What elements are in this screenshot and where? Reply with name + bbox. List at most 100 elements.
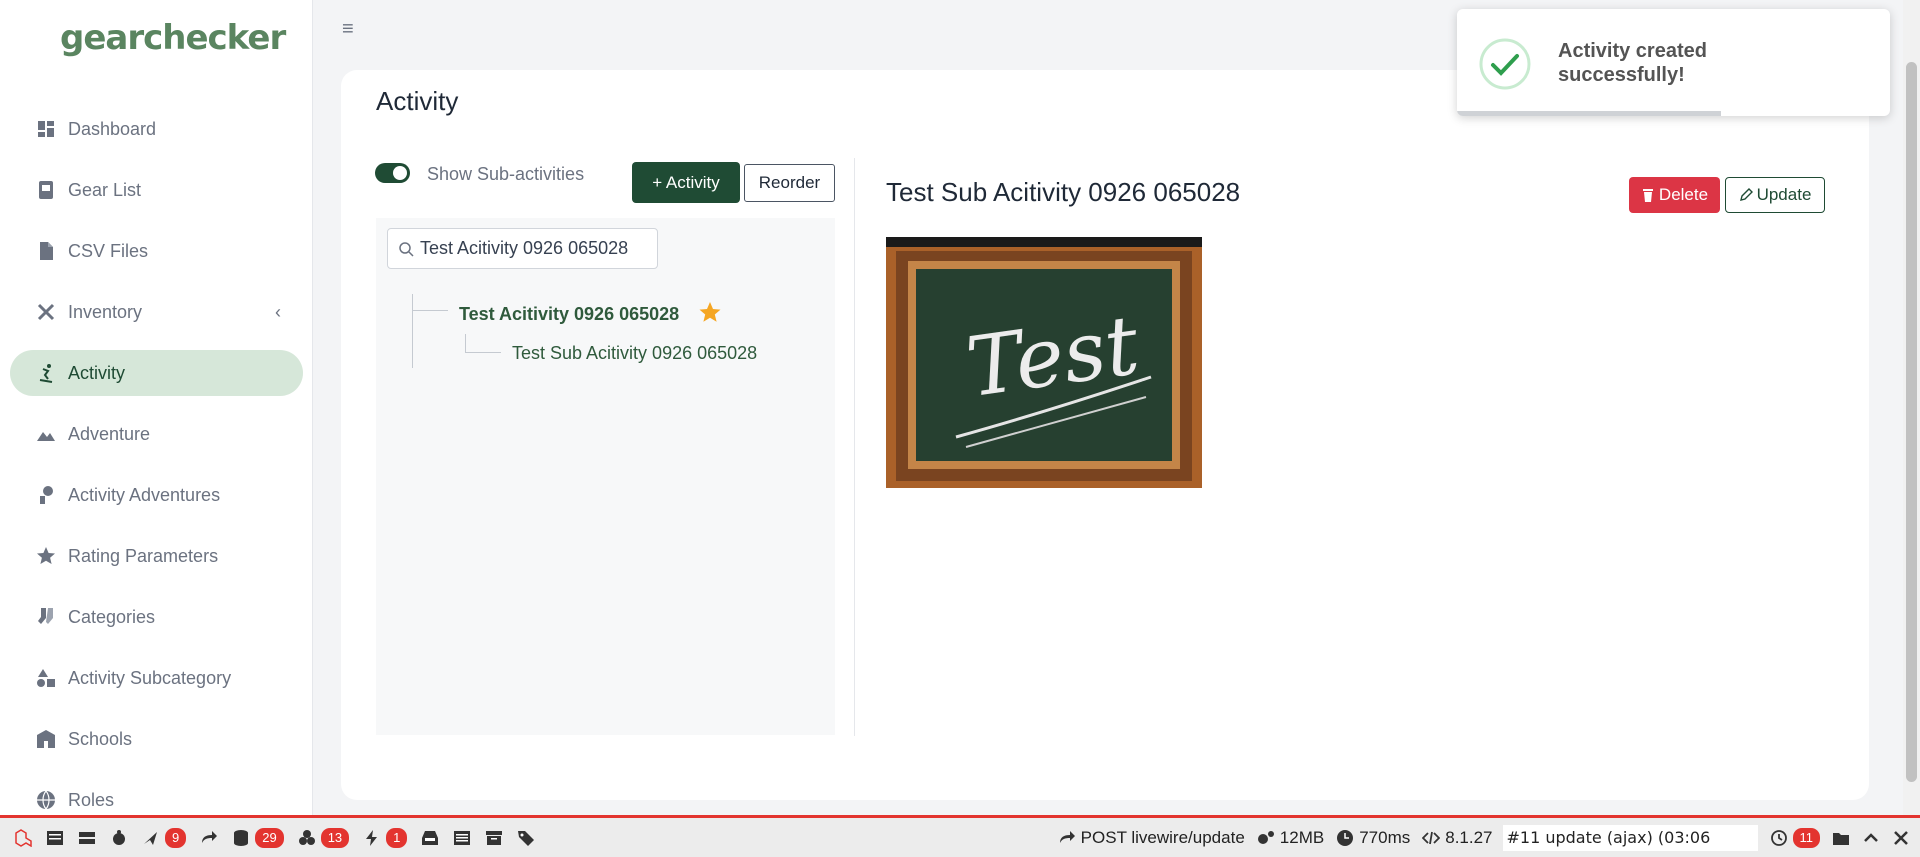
sidebar-item-schools[interactable]: Schools — [10, 716, 303, 762]
tree-connector — [465, 352, 501, 353]
app-logo[interactable]: gearchecker — [60, 18, 286, 58]
sidebar-item-label: Activity Subcategory — [68, 667, 232, 688]
tree-item-child[interactable]: Test Sub Acitivity 0926 065028 — [512, 343, 757, 364]
sidebar-item-label: Rating Parameters — [68, 545, 219, 566]
delete-label: Delete — [1658, 185, 1709, 204]
models-count-badge: 13 — [320, 827, 350, 848]
laravel-logo-icon[interactable] — [14, 828, 32, 847]
show-sub-activities-toggle[interactable] — [375, 163, 410, 183]
events-icon[interactable]: 1 — [363, 827, 408, 848]
person-icon — [36, 485, 56, 505]
sidebar-item-gear-list[interactable]: Gear List — [10, 167, 303, 213]
memory-text: 12MB — [1279, 827, 1325, 847]
success-toast: Activity created successfully! — [1457, 9, 1890, 116]
memory-usage[interactable]: 12MB — [1257, 828, 1324, 848]
sidebar-item-rating-parameters[interactable]: Rating Parameters — [10, 533, 303, 579]
sidebar-item-csv-files[interactable]: CSV Files — [10, 228, 303, 274]
scroll-thumb[interactable] — [1906, 62, 1917, 782]
tags-icon[interactable] — [517, 829, 535, 847]
gear-list-icon — [36, 180, 56, 200]
hamburger-icon[interactable]: ≡ — [342, 18, 354, 41]
sidebar-item-label: Inventory — [68, 301, 143, 322]
search-input[interactable] — [420, 238, 630, 259]
detail-title: Test Sub Acitivity 0926 065028 — [886, 177, 1241, 207]
debug-bar-right: POST livewire/update 12MB 770ms 8.1.27 #… — [1046, 818, 1920, 857]
tree-connector — [412, 294, 413, 368]
tree-item-parent[interactable]: Test Acitivity 0926 065028 — [459, 304, 679, 325]
chevron-up-icon[interactable] — [1862, 829, 1880, 847]
sidebar: gearchecker Dashboard Gear List CSV File… — [0, 0, 313, 815]
sidebar-item-activity-adventures[interactable]: Activity Adventures — [10, 472, 303, 518]
socks-icon — [36, 607, 56, 627]
add-activity-button[interactable]: + Activity — [632, 162, 740, 203]
views-icon[interactable]: 9 — [142, 827, 187, 848]
messages-icon[interactable] — [46, 829, 64, 847]
trash-icon — [1642, 189, 1653, 202]
skiing-icon — [36, 363, 56, 383]
sidebar-nav: Dashboard Gear List CSV Files Inventory … — [10, 106, 303, 838]
toast-message: Activity created successfully! — [1558, 40, 1707, 86]
queries-icon[interactable]: 29 — [232, 827, 284, 848]
timeline-icon[interactable] — [78, 829, 96, 847]
events-count-badge: 1 — [386, 827, 408, 848]
dashboard-icon — [36, 119, 56, 139]
php-version[interactable]: 8.1.27 — [1422, 827, 1493, 848]
request-duration[interactable]: 770ms — [1336, 828, 1410, 848]
search-field[interactable] — [387, 228, 658, 269]
session-icon[interactable] — [485, 829, 503, 847]
request-select[interactable]: #11 update (ajax) (03:06 — [1502, 824, 1758, 851]
sidebar-item-label: Categories — [68, 606, 156, 627]
route-icon[interactable] — [200, 829, 218, 847]
globe-icon — [36, 790, 56, 810]
file-icon — [36, 241, 56, 261]
star-icon[interactable] — [698, 300, 722, 324]
history-count-badge: 11 — [1792, 827, 1820, 848]
update-label: Update — [1756, 185, 1812, 204]
page-title: Activity — [376, 86, 459, 116]
sidebar-item-label: Roles — [68, 789, 115, 810]
exceptions-icon[interactable] — [110, 829, 128, 847]
models-icon[interactable]: 13 — [298, 827, 350, 848]
toggle-knob — [393, 166, 407, 180]
delete-button[interactable]: Delete — [1629, 177, 1720, 213]
tree-connector — [413, 310, 448, 311]
tree-connector — [465, 334, 466, 352]
sidebar-item-adventure[interactable]: Adventure — [10, 411, 303, 457]
tools-icon — [36, 302, 56, 322]
sidebar-item-label: Adventure — [68, 423, 151, 444]
sidebar-item-activity[interactable]: Activity — [10, 350, 303, 396]
chevron-left-icon[interactable]: ‹ — [275, 302, 281, 323]
sidebar-item-inventory[interactable]: Inventory ‹ — [10, 289, 303, 335]
update-button[interactable]: Update — [1725, 177, 1825, 213]
mountain-icon — [36, 424, 56, 444]
sidebar-item-label: Activity — [68, 362, 126, 383]
sidebar-item-label: Schools — [68, 728, 133, 749]
history-icon[interactable]: 11 — [1770, 827, 1820, 848]
queries-count-badge: 29 — [255, 827, 284, 848]
php-version-text: 8.1.27 — [1445, 827, 1493, 847]
request-select-value: #11 update (ajax) (03:06 — [1506, 828, 1711, 847]
sidebar-item-label: CSV Files — [68, 240, 149, 261]
request-route-text: POST livewire/update — [1080, 827, 1245, 847]
folder-icon[interactable] — [1832, 829, 1850, 847]
sidebar-item-categories[interactable]: Categories — [10, 594, 303, 640]
debug-bar: 9 29 13 1 POST livewire/update 12MB 770m… — [0, 815, 1920, 857]
toast-timer-bar — [1457, 111, 1722, 116]
sidebar-item-label: Dashboard — [68, 118, 157, 139]
star-icon — [36, 546, 56, 566]
shapes-icon — [36, 668, 56, 688]
mail-icon[interactable] — [421, 829, 439, 847]
activity-tree-panel — [376, 218, 835, 735]
request-route[interactable]: POST livewire/update — [1058, 828, 1245, 848]
page-scrollbar[interactable] — [1903, 0, 1920, 815]
views-count-badge: 9 — [165, 827, 187, 848]
sidebar-item-dashboard[interactable]: Dashboard — [10, 106, 303, 152]
sidebar-item-label: Gear List — [68, 179, 142, 200]
sidebar-item-activity-subcategory[interactable]: Activity Subcategory — [10, 655, 303, 701]
reorder-button[interactable]: Reorder — [744, 164, 835, 202]
close-icon[interactable] — [1892, 829, 1910, 847]
activity-image: Test — [886, 237, 1202, 488]
duration-text: 770ms — [1359, 827, 1411, 847]
request-icon[interactable] — [453, 829, 471, 847]
search-icon — [399, 241, 414, 257]
